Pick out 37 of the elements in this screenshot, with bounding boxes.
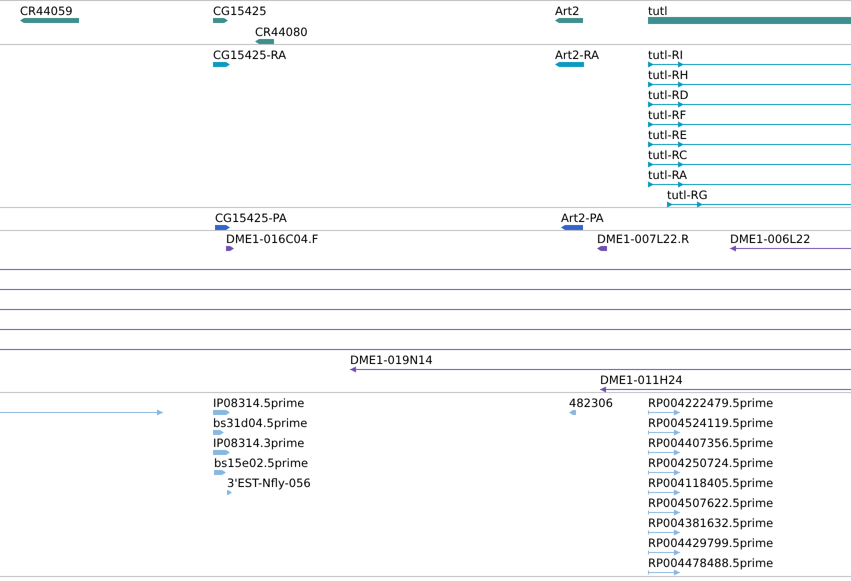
feature-label: CG15425-PA [215,212,287,224]
feature-label: DME1-007L22.R [597,233,690,245]
feature-label: RP004381632.5prime [648,517,774,529]
feature-label: tutl-RH [648,69,688,81]
feature-label: RP004507622.5prime [648,497,774,509]
feature-label: tutl-RE [648,129,687,141]
feature-label: tutl-RC [648,149,688,161]
feature-label: RP004118405.5prime [648,477,774,489]
feature-label: DME1-006L22 [730,233,810,245]
feature-label: CR44080 [255,26,308,38]
feature-label: RP004250724.5prime [648,457,774,469]
feature-label: RP004524119.5prime [648,417,774,429]
feature-label: Art2-RA [555,49,599,61]
feature-label: CG15425 [213,5,267,17]
feature-label: IP08314.3prime [213,437,304,449]
feature-label: 3'EST-Nfly-056 [227,477,311,489]
feature-label: CR44059 [20,5,73,17]
feature-label: RP004429799.5prime [648,537,774,549]
feature-label: tutl-RD [648,89,688,101]
feature-label: RP004407356.5prime [648,437,774,449]
feature-label: tutl-RG [667,189,708,201]
feature-label: DME1-016C04.F [226,233,318,245]
feature-label: bs31d04.5prime [213,417,308,429]
feature-label: RP004478488.5prime [648,557,774,569]
feature-label: DME1-011H24 [600,374,683,386]
feature-label: tutl-RA [648,169,688,181]
feature-label: tutl-RF [648,109,686,121]
feature-label: CG15425-RA [213,49,286,61]
feature-label: tutl [648,5,668,17]
feature-label: 482306 [569,397,613,409]
feature-label: Art2 [555,5,580,17]
feature-label: DME1-019N14 [350,354,433,366]
feature-label: RP004222479.5prime [648,397,774,409]
feature-label: tutl-RI [648,49,684,61]
feature-label: IP08314.5prime [213,397,304,409]
feature-label: bs15e02.5prime [214,457,308,469]
feature-label: Art2-PA [561,212,604,224]
